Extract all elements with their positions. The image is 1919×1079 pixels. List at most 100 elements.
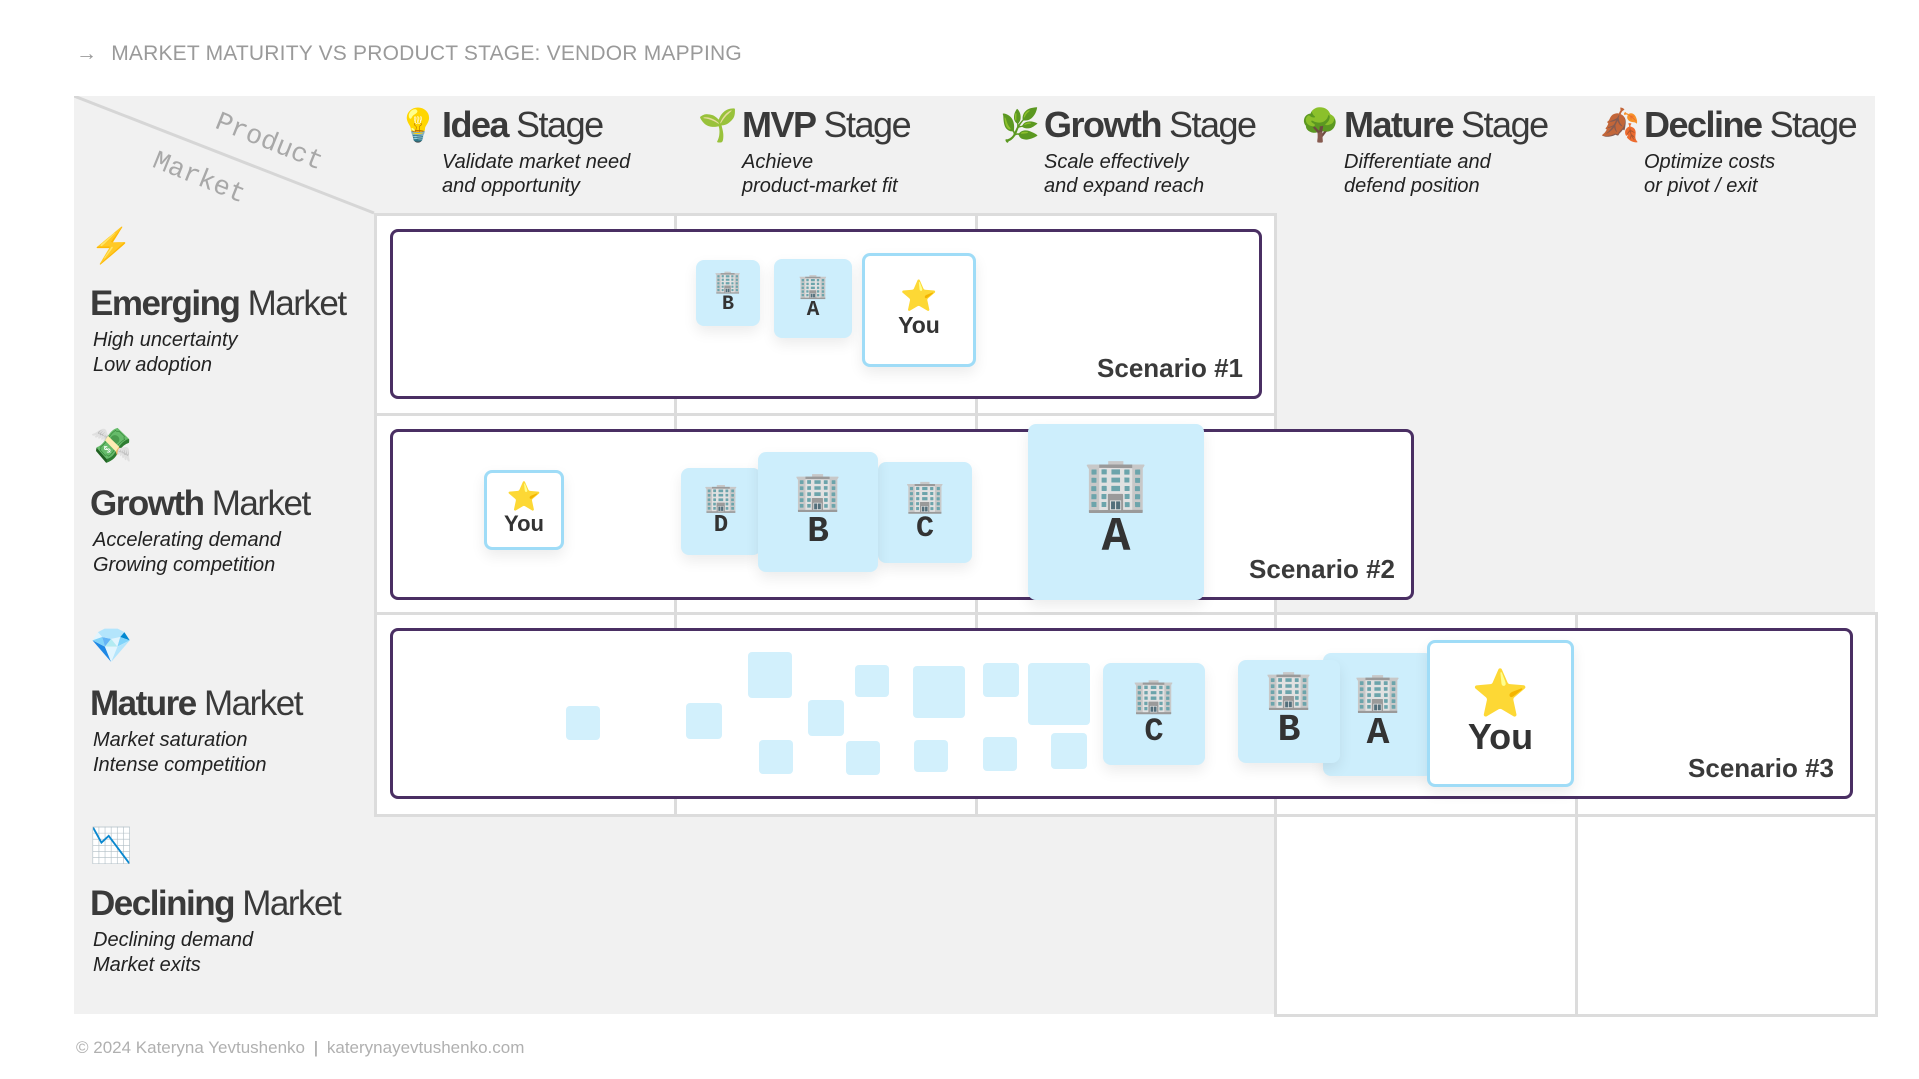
- star-icon: ⭐: [506, 481, 542, 512]
- unnamed-vendor-card: [855, 665, 889, 697]
- unnamed-vendor-card: [566, 706, 600, 740]
- vendor-label: B: [721, 292, 734, 316]
- money-with-wings-icon: 💸: [90, 427, 133, 465]
- vendor-card-d: 🏢 D: [681, 468, 761, 555]
- scenario-label: Scenario #1: [1097, 353, 1243, 383]
- stage-header-mvp: 🌱 MVP Stage Achieve product-market fit: [698, 104, 912, 198]
- market-name: Emerging: [90, 284, 241, 323]
- office-building-icon: 🏢: [798, 273, 828, 300]
- stage-name: Mature: [1344, 104, 1455, 145]
- page-title-text: MARKET MATURITY VS PRODUCT STAGE: VENDOR…: [111, 42, 742, 65]
- market-label-emerging: ⚡ Emerging Market High uncertainty Low ad…: [90, 226, 347, 378]
- you-label: You: [1467, 715, 1534, 757]
- grid-cell: [1274, 814, 1578, 1017]
- office-building-icon: 🏢: [714, 268, 742, 294]
- stage-description: Achieve product-market fit: [742, 151, 898, 197]
- arrow-right-icon: →: [76, 42, 98, 65]
- unnamed-vendor-card: [913, 666, 965, 718]
- stage-name: Decline: [1644, 104, 1763, 145]
- you-label: You: [898, 311, 940, 338]
- vendor-card-a: 🏢 A: [1028, 424, 1204, 600]
- office-building-icon: 🏢: [1265, 669, 1313, 711]
- office-building-icon: 🏢: [905, 477, 945, 514]
- market-suffix: Market: [247, 284, 347, 323]
- office-building-icon: 🏢: [1132, 676, 1176, 715]
- copyright-text: © 2024 Kateryna Yevtushenko: [76, 1038, 305, 1057]
- vendor-label: A: [1366, 712, 1390, 755]
- market-name: Mature: [90, 684, 197, 723]
- unnamed-vendor-card: [686, 703, 722, 739]
- office-building-icon: 🏢: [1083, 456, 1149, 514]
- vendor-card-c: 🏢 C: [878, 462, 972, 563]
- vendor-card-b: 🏢 B: [1238, 660, 1340, 763]
- market-description: Accelerating demand Growing competition: [93, 529, 281, 576]
- market-description: High uncertainty Low adoption: [93, 329, 238, 376]
- office-building-icon: 🏢: [703, 482, 739, 513]
- unnamed-vendor-card: [914, 740, 948, 772]
- grid-cell: [1575, 814, 1878, 1017]
- market-description: Market saturation Intense competition: [93, 729, 267, 776]
- stage-description: Scale effectively and expand reach: [1044, 151, 1205, 197]
- stage-header-mature: 🌳 Mature Stage Differentiate and defend pos…: [1300, 104, 1549, 198]
- vendor-label: B: [1277, 709, 1301, 752]
- market-suffix: Market: [203, 684, 303, 723]
- footer-site-link[interactable]: katerynayevtushenko.com: [327, 1038, 525, 1057]
- star-icon: ⭐: [900, 279, 938, 313]
- page-title: → MARKET MATURITY VS PRODUCT STAGE: VENDO…: [76, 42, 742, 66]
- stage-name: MVP: [742, 104, 817, 145]
- fallen-leaf-icon: 🍂: [1600, 107, 1640, 143]
- market-suffix: Market: [242, 884, 341, 923]
- vendor-label: A: [806, 299, 820, 322]
- you-label: You: [504, 511, 544, 536]
- office-building-icon: 🏢: [794, 470, 842, 513]
- vendor-label: C: [915, 511, 934, 546]
- you-card: ⭐ You: [484, 470, 564, 550]
- herb-icon: 🌿: [1000, 107, 1040, 143]
- office-building-icon: 🏢: [1354, 672, 1402, 714]
- stage-header-growth: 🌿 Growth Stage Scale effectively and expand…: [1000, 104, 1257, 198]
- stage-name: Idea: [442, 104, 510, 145]
- unnamed-vendor-card: [808, 700, 844, 736]
- unnamed-vendor-card: [1051, 733, 1087, 769]
- market-name: Growth: [90, 484, 205, 523]
- stage-header-idea: 💡 Idea Stage Validate market need and oppor…: [398, 104, 630, 198]
- stage-description: Optimize costs or pivot / exit: [1644, 151, 1776, 197]
- chart-decreasing-icon: 📉: [90, 827, 133, 865]
- vendor-card-b: 🏢 B: [758, 452, 878, 572]
- stage-header-decline: 🍂 Decline Stage Optimize costs or pivot / e…: [1600, 104, 1858, 198]
- scenario-label: Scenario #2: [1249, 554, 1395, 584]
- you-card: ⭐ You: [1427, 640, 1574, 787]
- tree-icon: 🌳: [1300, 107, 1340, 143]
- gem-icon: 💎: [90, 627, 133, 665]
- market-label-growth: 💸 Growth Market Accelerating demand Growi…: [90, 426, 311, 578]
- unnamed-vendor-card: [983, 737, 1017, 771]
- stage-description: Differentiate and defend position: [1344, 151, 1491, 197]
- unnamed-vendor-card: [1028, 663, 1090, 725]
- vendor-label: B: [807, 510, 829, 552]
- vendor-label: C: [1144, 712, 1164, 750]
- lightbulb-icon: 💡: [398, 107, 438, 143]
- you-card: ⭐ You: [862, 253, 976, 367]
- seedling-icon: 🌱: [698, 107, 738, 143]
- stage-description: Validate market need and opportunity: [442, 151, 631, 197]
- vendor-label: A: [1101, 511, 1131, 565]
- unnamed-vendor-card: [846, 741, 880, 775]
- market-suffix: Market: [211, 484, 311, 523]
- market-description: Declining demand Market exits: [93, 929, 254, 976]
- market-name: Declining: [90, 884, 236, 923]
- vendor-card-a: 🏢 A: [774, 259, 852, 338]
- footer-separator: |: [313, 1038, 319, 1057]
- star-icon: ⭐: [1471, 666, 1530, 719]
- vendor-label: D: [713, 512, 729, 539]
- stage-suffix: Stage: [823, 104, 912, 145]
- stage-suffix: Stage: [1168, 104, 1257, 145]
- unnamed-vendor-card: [748, 652, 792, 698]
- stage-name: Growth: [1044, 104, 1162, 145]
- unnamed-vendor-card: [759, 740, 793, 774]
- scenario-label: Scenario #3: [1688, 753, 1834, 783]
- vendor-card-b: 🏢 B: [696, 260, 760, 326]
- stage-suffix: Stage: [1461, 104, 1549, 145]
- unnamed-vendor-card: [983, 663, 1019, 697]
- lightning-icon: ⚡: [90, 227, 133, 265]
- market-label-declining: 📉 Declining Market Declining demand Marke…: [90, 826, 342, 978]
